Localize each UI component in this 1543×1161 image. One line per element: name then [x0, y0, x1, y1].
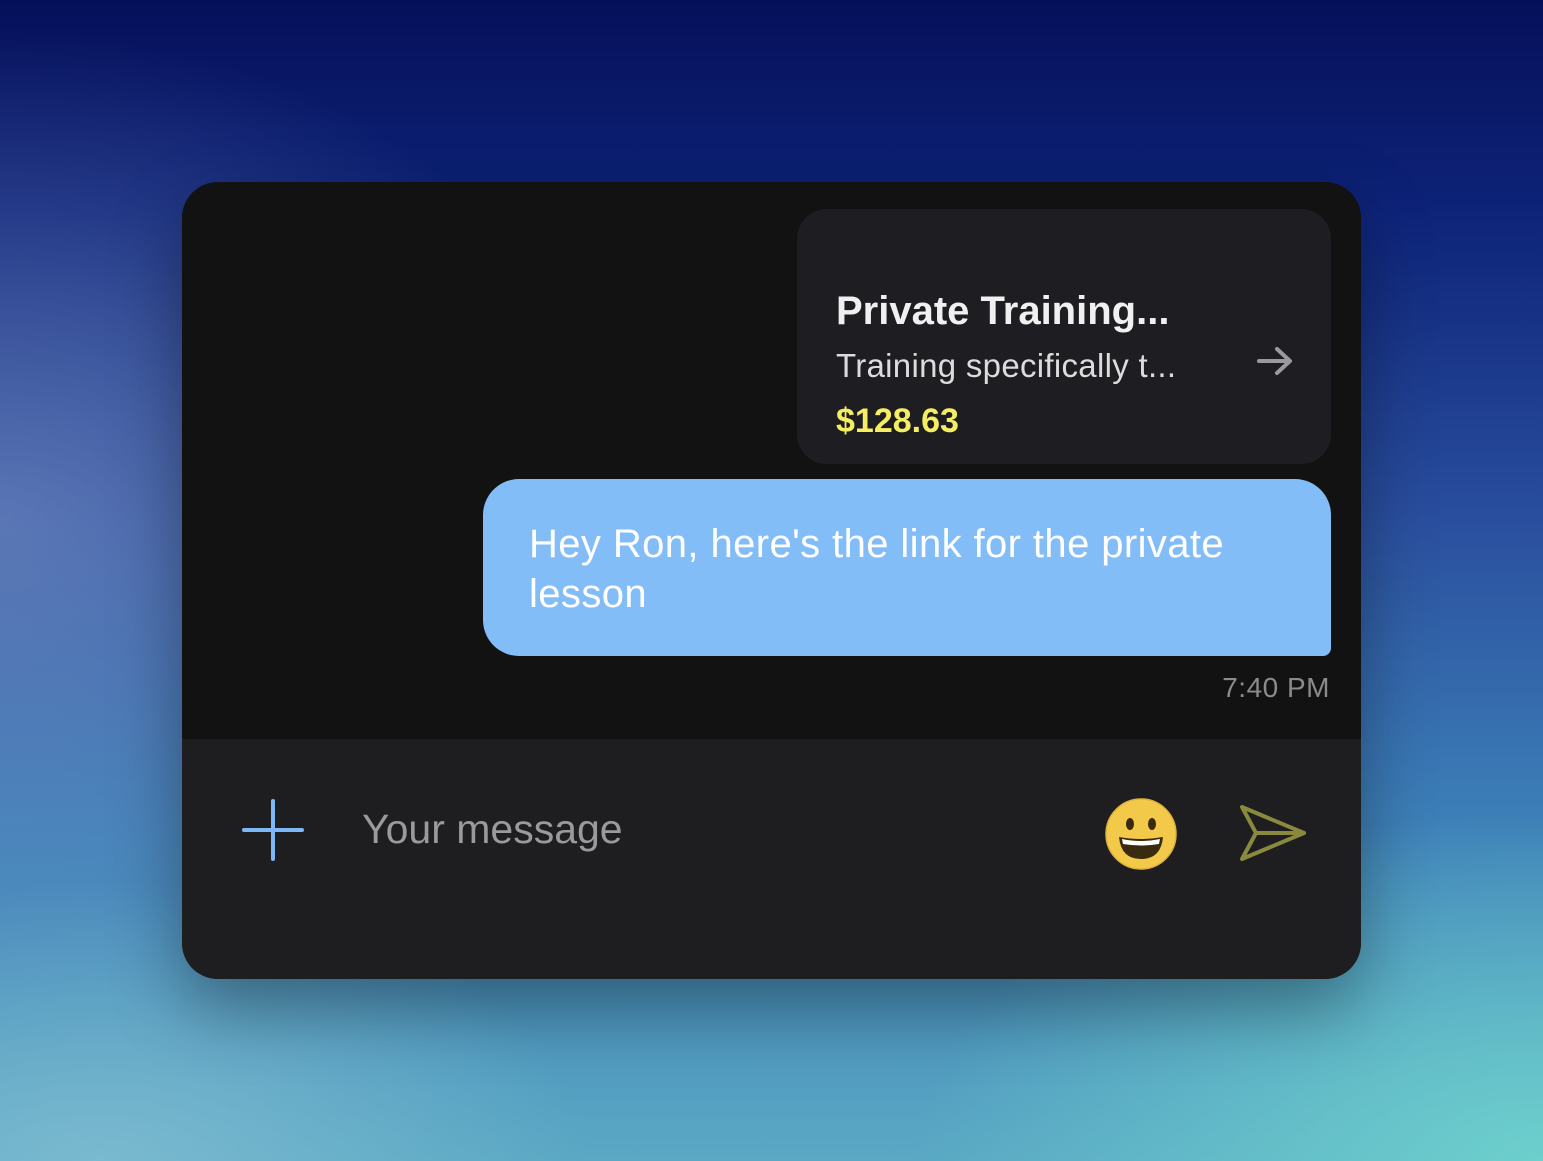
- message-composer: [182, 739, 1361, 979]
- message-input[interactable]: [362, 789, 1062, 869]
- outgoing-message-bubble: Hey Ron, here's the link for the private…: [483, 479, 1331, 656]
- product-description: Training specifically t...: [836, 347, 1177, 384]
- product-link-card[interactable]: Private Training... Training specificall…: [797, 209, 1331, 464]
- plus-icon[interactable]: [240, 797, 306, 863]
- arrow-right-icon[interactable]: [1253, 339, 1297, 383]
- product-price: $128.63: [836, 402, 959, 440]
- send-icon[interactable]: [1236, 797, 1308, 869]
- chat-panel: Private Training... Training specificall…: [182, 182, 1361, 979]
- emoji-icon[interactable]: [1104, 797, 1178, 871]
- message-timestamp: 7:40 PM: [1222, 672, 1330, 703]
- message-text: Hey Ron, here's the link for the private…: [529, 522, 1225, 616]
- message-list: Private Training... Training specificall…: [182, 182, 1361, 739]
- product-title: Private Training...: [836, 289, 1170, 333]
